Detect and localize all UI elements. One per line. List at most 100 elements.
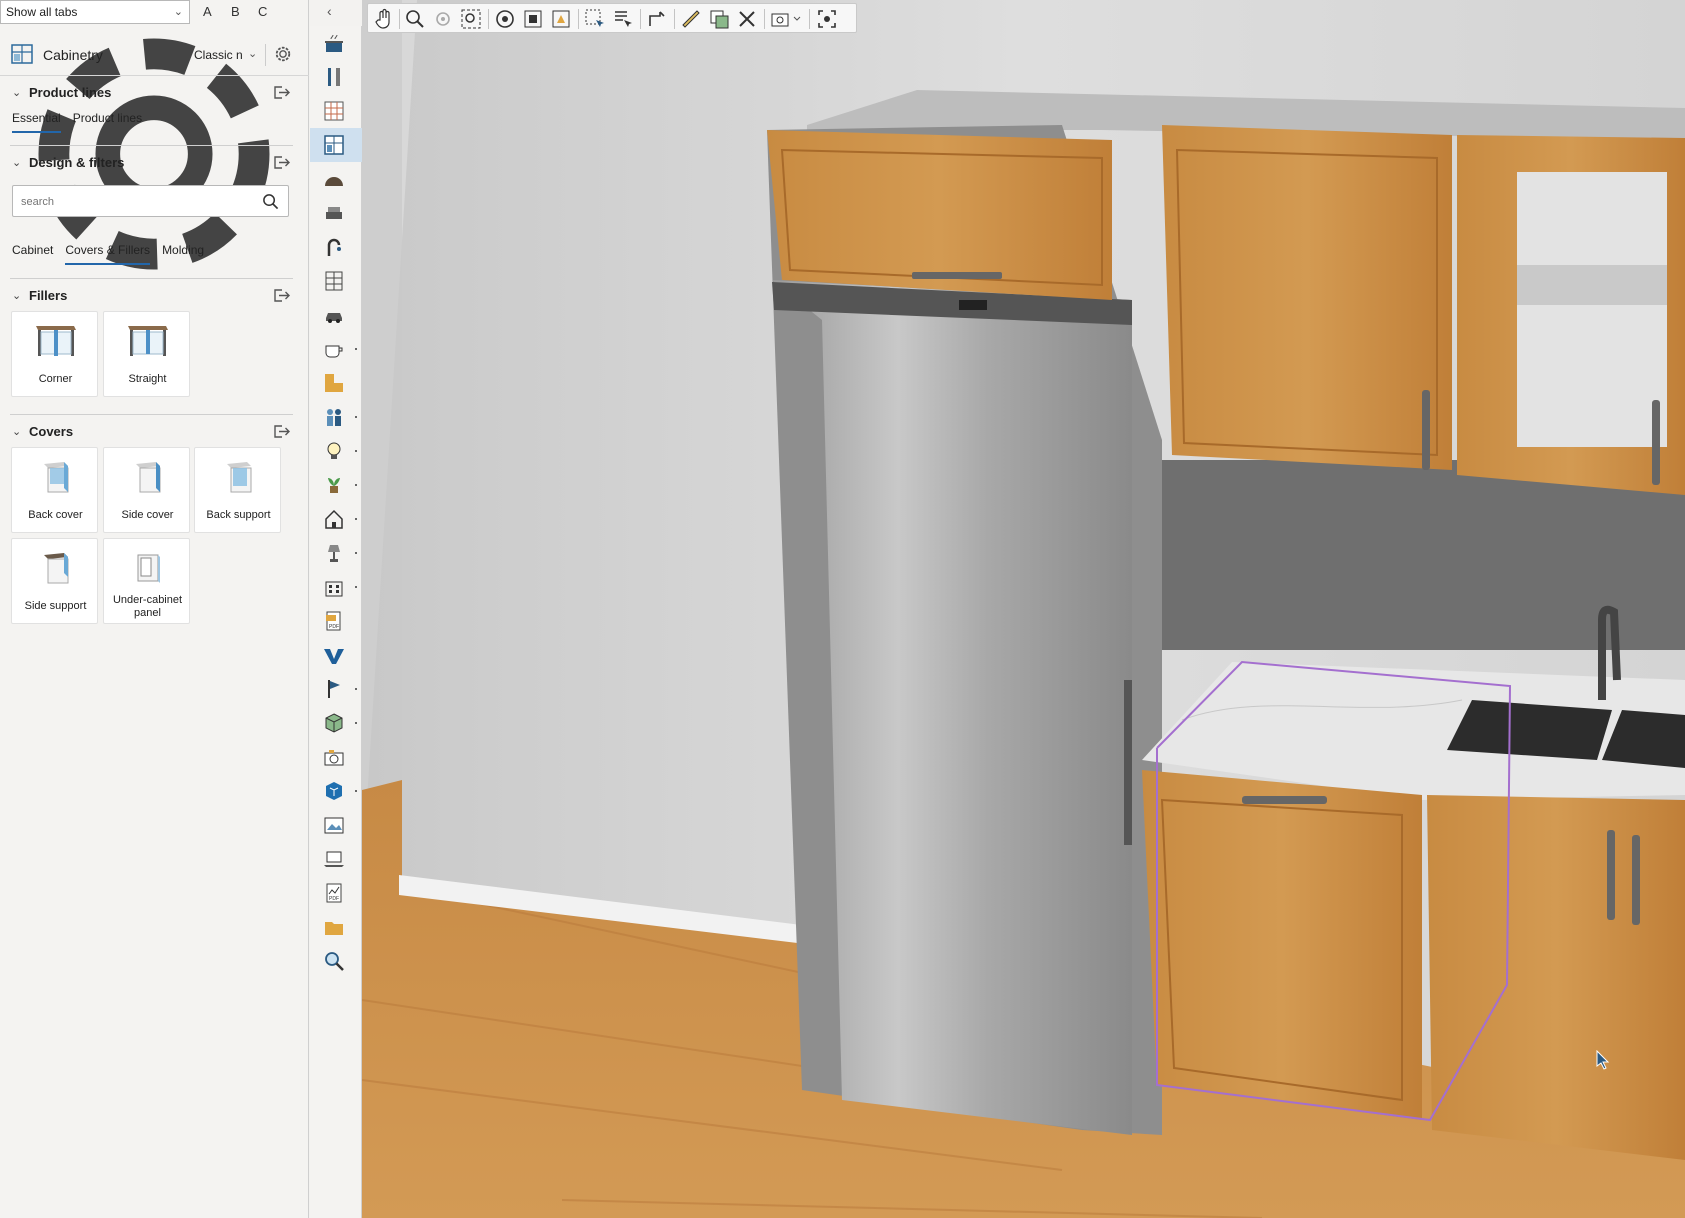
clear-button[interactable] — [736, 8, 758, 30]
collapse-caret-icon[interactable]: ⌄ — [12, 86, 21, 99]
view-b-button[interactable]: B — [231, 4, 240, 19]
tab-product-lines[interactable]: Product lines — [73, 111, 142, 133]
catalog-item-corner[interactable]: Corner — [11, 311, 98, 397]
tool-car[interactable] — [310, 298, 362, 332]
detach-panel-icon[interactable] — [273, 85, 290, 100]
zoom-in-icon — [406, 10, 424, 28]
tool-l-shape[interactable] — [310, 366, 362, 400]
collapse-caret-icon[interactable]: ⌄ — [12, 156, 21, 169]
tool-tile-wall[interactable] — [310, 94, 362, 128]
tool-lamp[interactable] — [310, 536, 362, 570]
collapse-caret-icon[interactable]: ⌄ — [12, 425, 21, 438]
tool-arch[interactable] — [310, 162, 362, 196]
style-select[interactable]: Classic n — [194, 48, 243, 62]
copy-view-button[interactable] — [708, 8, 730, 30]
pan-button[interactable] — [373, 8, 395, 30]
search-input[interactable] — [21, 193, 251, 211]
collapse-panel-icon[interactable]: ‹ — [327, 3, 332, 19]
tab-cabinet[interactable]: Cabinet — [12, 243, 53, 265]
catalog-item-back-support[interactable]: Back support — [194, 447, 281, 533]
select-list-button[interactable] — [612, 8, 634, 30]
fillers-title: Fillers — [29, 288, 68, 303]
view-a-button[interactable]: A — [203, 4, 212, 19]
fillers-header[interactable]: ⌄ Fillers — [0, 285, 309, 309]
tool-search[interactable] — [310, 944, 362, 978]
detach-panel-icon[interactable] — [273, 288, 290, 303]
focus-button[interactable] — [816, 8, 838, 30]
kitchen-scene — [362, 0, 1685, 1218]
tool-cooktop[interactable] — [310, 26, 362, 60]
tool-chart-pdf[interactable]: PDF — [310, 876, 362, 910]
tool-house[interactable] — [310, 502, 362, 536]
divider — [578, 9, 579, 29]
tool-people[interactable] — [310, 400, 362, 434]
tool-building[interactable] — [310, 570, 362, 604]
view-c-button[interactable]: C — [258, 4, 267, 19]
tabs-filter-select[interactable]: Show all tabs ⌄ — [0, 0, 190, 24]
tab-covers-fillers[interactable]: Covers & Fillers — [65, 243, 151, 265]
product-lines-tabs: Essential Product lines — [12, 111, 142, 133]
building-icon — [325, 581, 343, 597]
orbit-button[interactable] — [494, 8, 516, 30]
covers-header[interactable]: ⌄ Covers — [0, 421, 309, 445]
collapse-caret-icon[interactable]: ⌄ — [12, 289, 21, 302]
tool-cube[interactable] — [310, 706, 362, 740]
design-filters-header[interactable]: ⌄ Design & filters — [0, 152, 309, 176]
catalog-item-straight[interactable]: Straight — [103, 311, 190, 397]
zoom-fit-button[interactable] — [460, 8, 482, 30]
tool-faucet[interactable] — [310, 230, 362, 264]
tool-sofa[interactable] — [310, 196, 362, 230]
tool-gallery[interactable] — [310, 808, 362, 842]
sketchup-icon — [326, 782, 342, 800]
tool-shelving[interactable] — [310, 264, 362, 298]
sofa-icon — [326, 207, 342, 219]
catalog-item-side-support[interactable]: Side support — [11, 538, 98, 624]
product-lines-header[interactable]: ⌄ Product lines — [0, 82, 309, 106]
catalog-item-back-cover[interactable]: Back cover — [11, 447, 98, 533]
library-settings-icon[interactable] — [274, 45, 292, 63]
tool-pdf-export[interactable]: PDF — [310, 604, 362, 638]
tab-molding[interactable]: Molding — [162, 243, 204, 265]
tool-plants[interactable] — [310, 468, 362, 502]
3d-viewport[interactable] — [362, 0, 1685, 1218]
catalog-item-under-cabinet-panel[interactable]: Under-cabinet panel — [103, 538, 190, 624]
camera-settings-button[interactable] — [770, 8, 804, 30]
cabinetry-icon — [324, 135, 344, 155]
fit-all-button[interactable] — [522, 8, 544, 30]
tool-folder[interactable] — [310, 910, 362, 944]
tool-cabinetry[interactable] — [310, 128, 362, 162]
catalog-item-label: Back cover — [28, 509, 83, 521]
catalog-item-side-cover[interactable]: Side cover — [103, 447, 190, 533]
tool-lighting[interactable] — [310, 434, 362, 468]
folder-icon — [325, 922, 343, 935]
submenu-dot — [355, 518, 357, 520]
car-icon — [326, 313, 342, 323]
dimension-button[interactable] — [646, 8, 668, 30]
chevron-down-icon[interactable]: ⌄ — [248, 47, 257, 60]
submenu-dot — [355, 348, 357, 350]
tool-camera[interactable] — [310, 740, 362, 774]
fit-selection-button[interactable] — [550, 8, 572, 30]
tool-utensils[interactable] — [310, 60, 362, 94]
tool-v-logo[interactable] — [310, 638, 362, 672]
tool-laptop[interactable] — [310, 842, 362, 876]
under-cabinet-panel-icon — [137, 554, 160, 583]
tile-wall-icon — [324, 101, 344, 121]
submenu-dot — [355, 722, 357, 724]
tool-cup[interactable] — [310, 332, 362, 366]
divider — [10, 414, 293, 415]
search-icon[interactable] — [262, 193, 279, 210]
chevron-down-icon: ⌄ — [173, 6, 183, 18]
measure-button[interactable] — [680, 8, 702, 30]
zoom-region-button[interactable] — [432, 8, 454, 30]
product-lines-title: Product lines — [29, 85, 112, 100]
detach-panel-icon[interactable] — [273, 424, 290, 439]
select-area-button[interactable] — [584, 8, 606, 30]
tool-sketchup[interactable] — [310, 774, 362, 808]
detach-panel-icon[interactable] — [273, 155, 290, 170]
tab-essential[interactable]: Essential — [12, 111, 61, 133]
covers-title: Covers — [29, 424, 74, 439]
tool-flag[interactable] — [310, 672, 362, 706]
clear-icon — [739, 11, 755, 27]
zoom-in-button[interactable] — [404, 8, 426, 30]
